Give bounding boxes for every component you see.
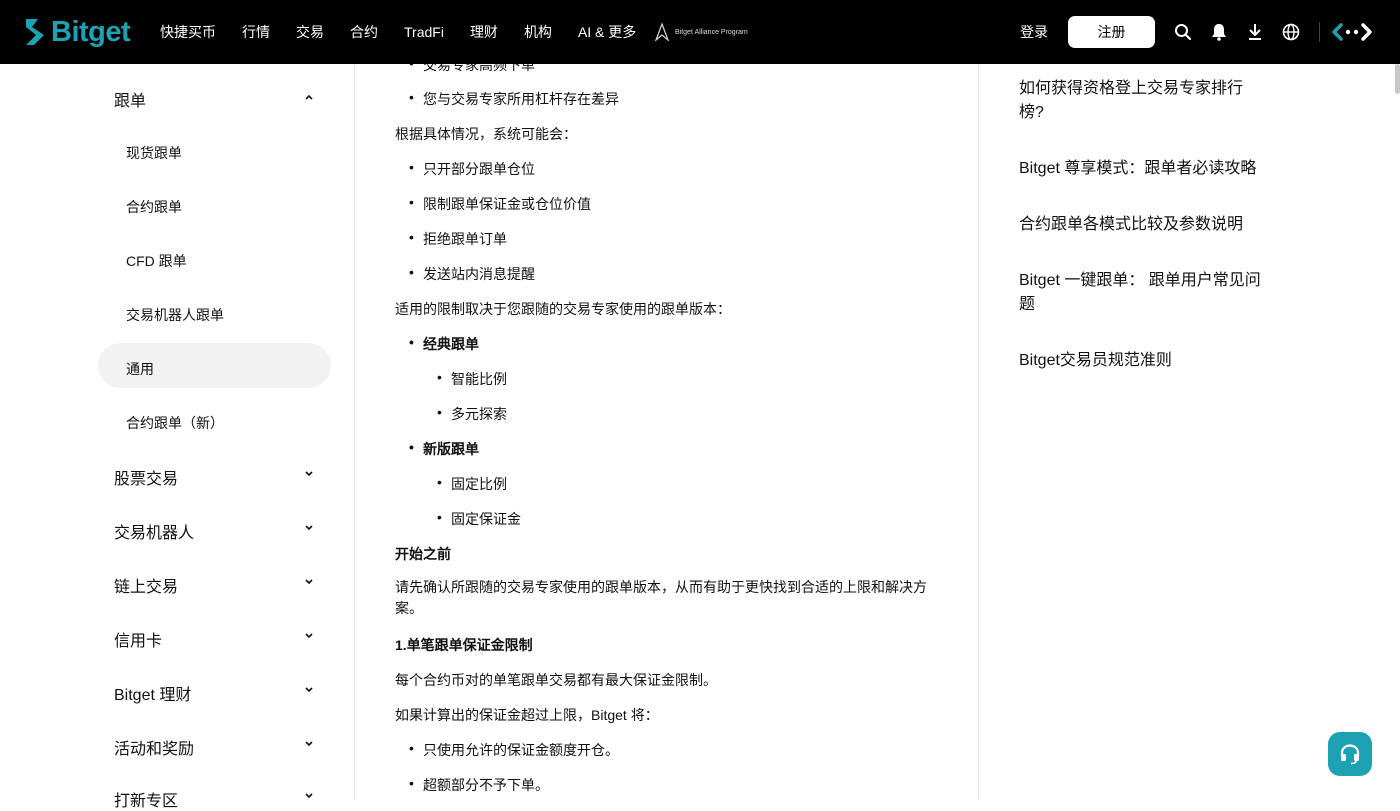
paragraph: 根据具体情况，系统可能会： — [395, 126, 577, 142]
sidebar-item-general[interactable]: 通用 — [126, 359, 154, 379]
sidebar-section-launchpad[interactable]: 打新专区 — [114, 787, 178, 811]
sidebar-section-trading-bots[interactable]: 交易机器人 — [114, 519, 194, 543]
content-divider — [978, 64, 979, 800]
sidebar-item-cfd-copy[interactable]: CFD 跟单 — [126, 251, 187, 271]
nav-item-institutional[interactable]: 机构 — [524, 22, 552, 42]
chevron-down-icon[interactable] — [304, 469, 314, 479]
chevron-down-icon[interactable] — [304, 631, 314, 641]
bitget-logo-icon — [26, 19, 44, 45]
search-icon[interactable] — [1173, 22, 1193, 42]
paragraph: 如果计算出的保证金超过上限，Bitget 将： — [395, 707, 659, 723]
related-article-link[interactable]: Bitget 尊享模式：跟单者必读攻略 — [1019, 157, 1264, 181]
paragraph: 每个合约币对的单笔跟单交易都有最大保证金限制。 — [395, 672, 717, 688]
section-heading: 开始之前 — [395, 546, 451, 562]
list-item: 您与交易专家所用杠杆存在差异 — [409, 89, 619, 109]
page-scrollbar[interactable] — [1395, 64, 1400, 94]
nav-item-markets[interactable]: 行情 — [242, 22, 270, 42]
nav-item-quick-buy[interactable]: 快捷买币 — [160, 22, 216, 42]
related-article-link[interactable]: Bitget交易员规范准则 — [1019, 349, 1264, 373]
chevron-down-icon[interactable] — [304, 523, 314, 533]
sidebar-item-futures-copy-new[interactable]: 合约跟单（新） — [126, 413, 224, 433]
paragraph: 适用的限制取决于您跟随的交易专家使用的跟单版本： — [395, 301, 731, 317]
sidebar-item-futures-copy[interactable]: 合约跟单 — [126, 197, 182, 217]
list-item: 只开部分跟单仓位 — [409, 159, 535, 179]
bitget-logo[interactable]: Bitget — [24, 15, 131, 48]
nav-item-tradfi[interactable]: TradFi — [404, 24, 444, 40]
list-item-classic: 经典跟单 — [409, 334, 479, 354]
sidebar-section-credit-card[interactable]: 信用卡 — [114, 627, 162, 651]
paragraph: 请先确认所跟随的交易专家使用的跟单版本，从而有助于更快找到合适的上限和解决方案。 — [395, 579, 927, 616]
download-icon[interactable] — [1245, 22, 1265, 42]
nav-item-futures[interactable]: 合约 — [350, 22, 378, 42]
sub-list-item: 智能比例 — [437, 369, 507, 389]
sidebar-section-earn[interactable]: Bitget 理财 — [114, 681, 191, 705]
sidebar-divider — [354, 64, 355, 800]
sidebar-section-onchain[interactable]: 链上交易 — [114, 573, 178, 597]
related-article-link[interactable]: 如何获得资格登上交易专家排行榜? — [1019, 77, 1264, 125]
nav-divider — [1319, 22, 1320, 42]
nav-item-ai-more[interactable]: AI & 更多 — [578, 22, 636, 42]
chevron-down-icon[interactable] — [304, 739, 314, 749]
bell-icon[interactable] — [1209, 22, 1229, 42]
alliance-icon — [655, 23, 669, 41]
register-button[interactable]: 注册 — [1068, 16, 1155, 48]
sidebar-section-events[interactable]: 活动和奖励 — [114, 735, 194, 759]
help-sidebar: 跟单 现货跟单 合约跟单 CFD 跟单 交易机器人跟单 通用 合约跟单（新） 股… — [98, 64, 354, 810]
related-article-link[interactable]: Bitget 一键跟单： 跟单用户常见问题 — [1019, 269, 1264, 317]
list-item: 发送站内消息提醒 — [409, 264, 535, 284]
alliance-label: Bitget Alliance Program — [675, 28, 748, 36]
sidebar-section-copy-trading[interactable]: 跟单 — [114, 87, 146, 111]
sub-list-item: 多元探索 — [437, 404, 507, 424]
sub-list-item: 固定保证金 — [437, 509, 521, 529]
alliance-program-banner[interactable]: Bitget Alliance Program — [655, 23, 748, 41]
top-nav: Bitget 快捷买币 行情 交易 合约 TradFi 理财 机构 AI & 更… — [0, 0, 1400, 64]
globe-icon[interactable] — [1281, 22, 1301, 42]
login-link[interactable]: 登录 — [1020, 22, 1048, 42]
section-heading: 1.单笔跟单保证金限制 — [395, 637, 533, 653]
sidebar-section-stocks[interactable]: 股票交易 — [114, 465, 178, 489]
bitget-wallet-icon[interactable] — [1332, 22, 1372, 42]
sub-list-item: 固定比例 — [437, 474, 507, 494]
chevron-down-icon[interactable] — [304, 685, 314, 695]
list-item: 只使用允许的保证金额度开仓。 — [409, 740, 619, 760]
list-item: 超额部分不予下单。 — [409, 775, 549, 795]
customer-support-button[interactable] — [1328, 732, 1372, 776]
logo-text: Bitget — [51, 15, 131, 48]
sidebar-item-bot-copy[interactable]: 交易机器人跟单 — [126, 305, 224, 325]
list-item-new-version: 新版跟单 — [409, 439, 479, 459]
nav-item-trade[interactable]: 交易 — [296, 22, 324, 42]
headset-icon — [1340, 744, 1360, 765]
chevron-up-icon[interactable] — [304, 92, 314, 102]
chevron-down-icon[interactable] — [304, 577, 314, 587]
list-item: 拒绝跟单订单 — [409, 229, 507, 249]
related-article-link[interactable]: 合约跟单各模式比较及参数说明 — [1019, 213, 1264, 237]
list-item: 限制跟单保证金或仓位价值 — [409, 194, 591, 214]
sidebar-item-spot-copy[interactable]: 现货跟单 — [126, 143, 182, 163]
nav-item-earn[interactable]: 理财 — [470, 22, 498, 42]
main-menu: 快捷买币 行情 交易 合约 TradFi 理财 机构 AI & 更多 — [160, 0, 662, 64]
